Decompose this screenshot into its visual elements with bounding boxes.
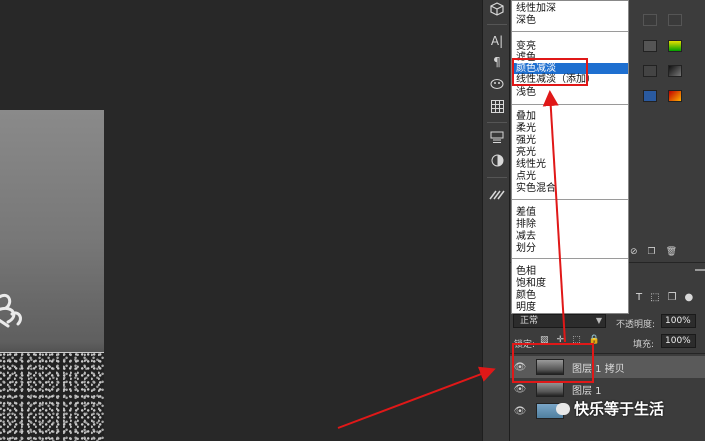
document-canvas[interactable] — [0, 0, 482, 441]
character-icon[interactable]: A| — [487, 32, 507, 50]
blend-option[interactable]: 颜色 — [516, 290, 626, 301]
blend-mode-value: 正常 — [520, 316, 539, 326]
panel-menu-icon[interactable] — [695, 269, 705, 271]
adjustments-icon[interactable] — [487, 129, 507, 147]
blend-option[interactable]: 划分 — [516, 243, 626, 254]
blend-option[interactable]: 浅色 — [516, 87, 626, 98]
blend-option[interactable]: 色相 — [516, 266, 626, 277]
watermark: 快乐等于生活 — [556, 398, 664, 419]
opacity-label: 不透明度: — [616, 320, 656, 330]
filter-icons: T ⬚ ❐ ● — [636, 292, 693, 303]
3d-cube-icon[interactable] — [487, 0, 507, 18]
new-group-icon[interactable]: ⊘ — [630, 247, 638, 257]
tool-divider — [487, 122, 507, 123]
blend-option[interactable]: 亮光 — [516, 147, 626, 158]
swatch[interactable] — [668, 90, 682, 102]
blend-mode-dropdown[interactable]: 线性加深 深色 变亮 滤色 颜色减淡 线性减淡（添加） 浅色 叠加 柔光 强光 … — [511, 0, 629, 314]
opacity-input[interactable]: 100% — [661, 314, 696, 328]
brush-preset-icon[interactable] — [487, 75, 507, 93]
new-item-icon[interactable]: ❐ — [648, 247, 656, 257]
swatch[interactable] — [643, 14, 657, 26]
watermark-text: 快乐等于生活 — [574, 400, 665, 418]
blend-option[interactable]: 强光 — [516, 135, 626, 146]
swatch[interactable] — [668, 40, 682, 52]
menu-separator — [512, 258, 628, 259]
blend-option[interactable]: 深色 — [516, 15, 626, 26]
blend-option[interactable]: 差值 — [516, 207, 626, 218]
paragraph-icon[interactable]: ¶ — [487, 53, 507, 71]
blend-option[interactable]: 饱和度 — [516, 278, 626, 289]
swatch[interactable] — [668, 65, 682, 77]
swatch[interactable] — [668, 14, 682, 26]
layer-name[interactable]: 图层 1 — [572, 382, 602, 397]
blend-option[interactable]: 减去 — [516, 231, 626, 242]
chevron-down-icon: ▼ — [595, 316, 602, 325]
tool-divider — [487, 24, 507, 25]
visibility-eye-icon[interactable]: 👁 — [510, 384, 530, 395]
blend-mode-select[interactable]: 正常 ▼ — [513, 314, 606, 328]
panel-icon-strip: A| ¶ — [482, 0, 510, 441]
ground-texture — [0, 353, 104, 441]
blend-option[interactable]: 柔光 — [516, 123, 626, 134]
shape-filter-icon[interactable]: ⬚ — [650, 292, 659, 303]
menu-separator — [512, 104, 628, 105]
menu-separator — [512, 199, 628, 200]
panel-footer-icons: ⊘ ❐ 🗑 — [630, 245, 705, 259]
blend-option[interactable]: 点光 — [516, 171, 626, 182]
dandelion-graphic — [0, 293, 22, 328]
blend-option[interactable]: 实色混合 — [516, 183, 626, 194]
blend-option[interactable]: 线性加深 — [516, 3, 626, 14]
blend-option[interactable]: 线性光 — [516, 159, 626, 170]
styles-icon[interactable] — [487, 151, 507, 169]
fill-label: 填充: — [633, 340, 655, 350]
annotation-box-layer — [512, 343, 594, 383]
trash-icon[interactable]: 🗑 — [666, 247, 677, 257]
wechat-icon — [556, 402, 570, 415]
blend-option[interactable]: 明度 — [516, 302, 626, 313]
swatch[interactable] — [643, 40, 657, 52]
visibility-eye-icon[interactable]: 👁 — [510, 406, 530, 417]
swatch[interactable] — [643, 65, 657, 77]
grid-icon[interactable] — [487, 97, 507, 115]
filter-toggle-icon[interactable]: ● — [685, 292, 694, 303]
blend-option[interactable]: 排除 — [516, 219, 626, 230]
paths-icon[interactable] — [487, 185, 507, 203]
type-filter-icon[interactable]: T — [636, 292, 642, 303]
annotation-box-blend-option — [512, 58, 588, 86]
swatch[interactable] — [643, 90, 657, 102]
tool-divider — [487, 177, 507, 178]
document-image — [0, 110, 104, 441]
fill-input[interactable]: 100% — [661, 334, 696, 348]
blend-option[interactable]: 叠加 — [516, 111, 626, 122]
smart-filter-icon[interactable]: ❐ — [668, 292, 677, 303]
layer-thumbnail — [536, 381, 564, 397]
blend-option[interactable]: 变亮 — [516, 41, 626, 52]
menu-separator — [512, 31, 628, 32]
